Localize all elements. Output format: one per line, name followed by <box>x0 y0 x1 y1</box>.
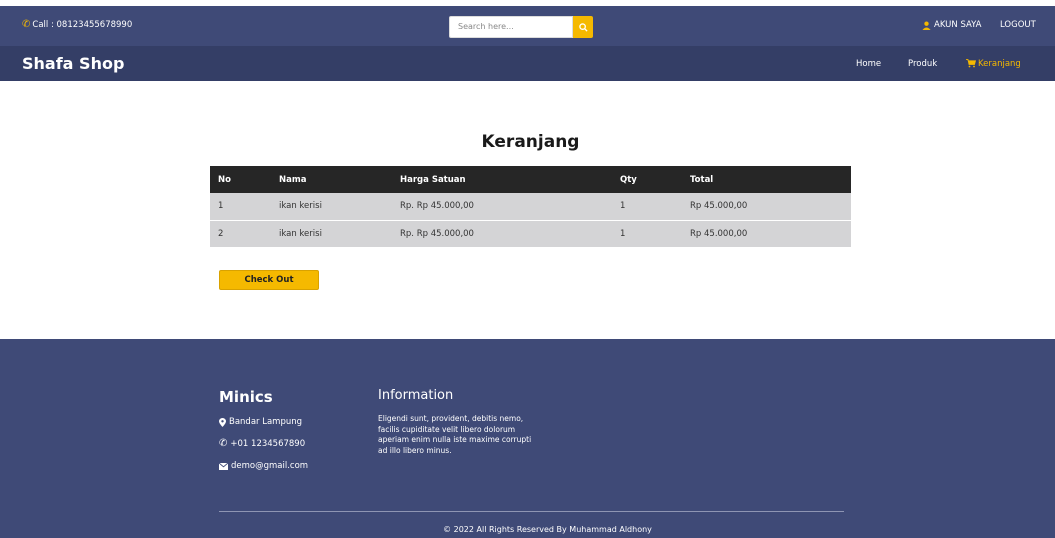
search-box: Search here... <box>449 16 593 38</box>
logout-link[interactable]: LOGOUT <box>1000 20 1036 30</box>
cell-total: Rp 45.000,00 <box>690 193 851 221</box>
phone-icon: ✆ <box>22 19 31 30</box>
user-icon <box>922 21 931 30</box>
header-nama: Nama <box>279 166 400 193</box>
nav-produk[interactable]: Produk <box>908 59 937 69</box>
cell-nama: ikan kerisi <box>279 193 400 221</box>
map-marker-icon <box>219 417 226 427</box>
cell-no: 1 <box>210 193 279 221</box>
call-info: ✆ Call : 08123455678990 <box>22 19 132 30</box>
cart-icon <box>966 59 976 68</box>
cell-total: Rp 45.000,00 <box>690 220 851 248</box>
footer-location: Bandar Lampung <box>219 417 302 427</box>
account-label: AKUN SAYA <box>934 20 982 30</box>
info-title: Information <box>378 388 454 403</box>
account-link[interactable]: AKUN SAYA <box>922 20 982 30</box>
checkout-button[interactable]: Check Out <box>219 270 319 290</box>
search-icon <box>578 22 588 32</box>
header-harga: Harga Satuan <box>400 166 620 193</box>
main-navbar: Shafa Shop Home Produk Keranjang <box>0 46 1055 81</box>
brand-logo[interactable]: Shafa Shop <box>22 54 124 73</box>
footer: Minics Bandar Lampung ✆ +01 1234567890 d… <box>0 339 1055 538</box>
nav-home[interactable]: Home <box>856 59 881 69</box>
cell-qty: 1 <box>620 220 690 248</box>
header-total: Total <box>690 166 851 193</box>
search-input[interactable]: Search here... <box>449 16 573 38</box>
info-text: Eligendi sunt, provident, debitis nemo, … <box>378 414 532 455</box>
cell-no: 2 <box>210 220 279 248</box>
cell-harga: Rp. Rp 45.000,00 <box>400 193 620 221</box>
footer-email-text[interactable]: demo@gmail.com <box>231 461 308 471</box>
call-text: Call : 08123455678990 <box>32 19 133 30</box>
top-bar: ✆ Call : 08123455678990 Search here... A… <box>0 6 1055 46</box>
footer-location-text: Bandar Lampung <box>229 417 303 427</box>
table-header-row: No Nama Harga Satuan Qty Total <box>210 166 851 193</box>
header-no: No <box>210 166 279 193</box>
nav-keranjang-label: Keranjang <box>978 59 1021 69</box>
nav-keranjang[interactable]: Keranjang <box>966 59 1021 69</box>
table-row: 1 ikan kerisi Rp. Rp 45.000,00 1 Rp 45.0… <box>210 193 851 221</box>
footer-phone: ✆ +01 1234567890 <box>219 438 305 449</box>
table-row: 2 ikan kerisi Rp. Rp 45.000,00 1 Rp 45.0… <box>210 220 851 248</box>
cell-harga: Rp. Rp 45.000,00 <box>400 220 620 248</box>
phone-icon: ✆ <box>219 438 228 449</box>
header-qty: Qty <box>620 166 690 193</box>
cell-nama: ikan kerisi <box>279 220 400 248</box>
footer-title: Minics <box>219 388 273 406</box>
footer-phone-text: +01 1234567890 <box>230 438 306 449</box>
envelope-icon <box>219 462 228 470</box>
footer-divider <box>219 511 844 512</box>
cell-qty: 1 <box>620 193 690 221</box>
copyright: © 2022 All Rights Reserved By Muhammad A… <box>443 525 652 534</box>
search-button[interactable] <box>573 16 593 38</box>
footer-email: demo@gmail.com <box>219 461 308 471</box>
cart-table: No Nama Harga Satuan Qty Total 1 ikan ke… <box>210 166 851 248</box>
page-title: Keranjang <box>481 132 580 152</box>
